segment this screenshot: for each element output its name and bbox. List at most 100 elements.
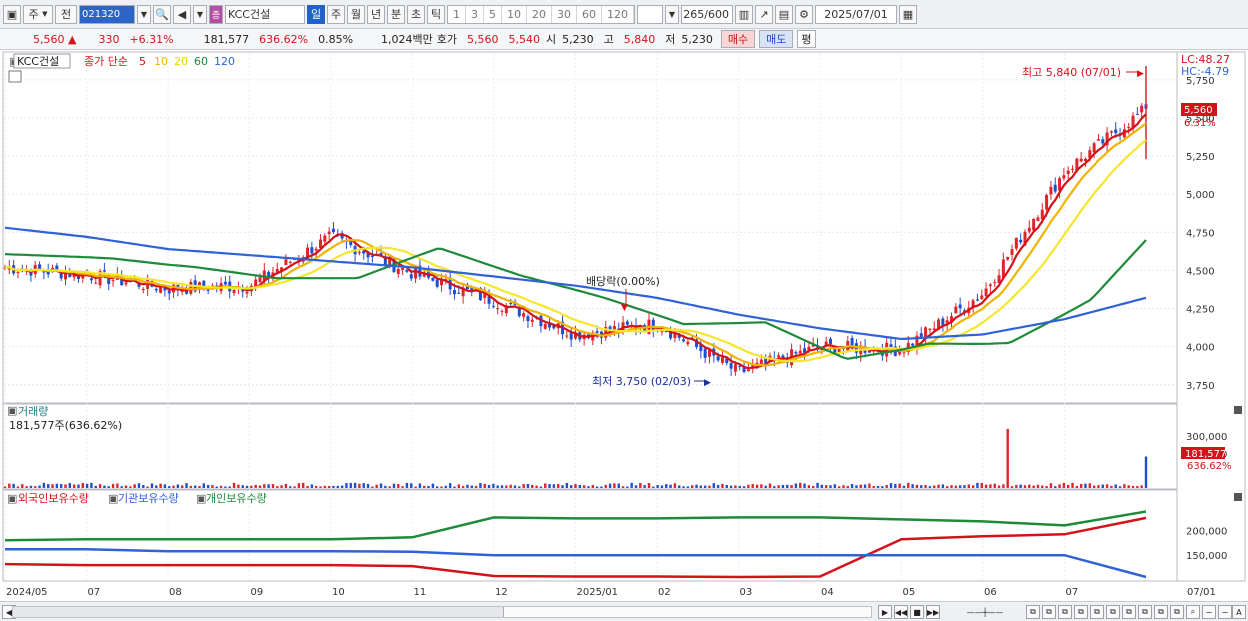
tab-month[interactable]: 월 bbox=[347, 4, 365, 24]
speaker-icon[interactable]: ◀ bbox=[173, 4, 191, 24]
interval-20[interactable]: 20 bbox=[527, 5, 552, 23]
volume-bar bbox=[967, 484, 970, 488]
candle-body bbox=[16, 272, 20, 274]
candle-body bbox=[850, 338, 854, 346]
volume-bar bbox=[1088, 483, 1092, 488]
stock-chart[interactable]: 5,7505,5005,2505,0004,7504,5004,2504,000… bbox=[0, 50, 1248, 601]
tab-day[interactable]: 일 bbox=[307, 4, 325, 24]
layout-2-icon[interactable]: ⧉ bbox=[1042, 605, 1056, 619]
volume-bar bbox=[850, 484, 854, 488]
interval-10[interactable]: 10 bbox=[502, 5, 527, 23]
x-tick-label: 09 bbox=[251, 587, 264, 598]
volume-bar bbox=[751, 484, 754, 488]
candle-body bbox=[102, 270, 106, 272]
volume-bar bbox=[976, 482, 979, 488]
speaker-dropdown-icon[interactable]: ▼ bbox=[193, 4, 207, 24]
holdings-y-tick: 200,000 bbox=[1186, 526, 1227, 537]
volume-bar bbox=[414, 486, 417, 488]
interval-dropdown-icon[interactable]: ▼ bbox=[665, 4, 679, 24]
interval-1[interactable]: 1 bbox=[448, 5, 466, 23]
volume-bar bbox=[423, 485, 426, 488]
last-page-icon[interactable]: ▶▶ bbox=[926, 605, 940, 619]
tab-second[interactable]: 초 bbox=[407, 4, 425, 24]
buy-button[interactable]: 매수 bbox=[720, 30, 756, 48]
volume-bar bbox=[760, 484, 763, 488]
shrink-icon[interactable]: − bbox=[1218, 605, 1232, 619]
volume-bar bbox=[224, 486, 227, 488]
candle-body bbox=[1101, 139, 1105, 144]
period-select[interactable]: 주 ▼ bbox=[23, 4, 53, 24]
interval-120[interactable]: 120 bbox=[602, 5, 634, 23]
layout-9-icon[interactable]: ⧉ bbox=[1154, 605, 1168, 619]
volume-bar bbox=[94, 485, 97, 488]
table-toggle-icon[interactable] bbox=[8, 70, 22, 83]
font-size-icon[interactable]: A bbox=[1232, 605, 1246, 619]
tab-tick[interactable]: 틱 bbox=[427, 4, 445, 24]
volume-bar bbox=[388, 486, 391, 488]
save-icon[interactable]: ▤ bbox=[775, 4, 793, 24]
gear-icon[interactable]: ⚙ bbox=[795, 4, 813, 24]
sell-button[interactable]: 매도 bbox=[759, 30, 794, 48]
layout-3-icon[interactable]: ⧉ bbox=[1058, 605, 1072, 619]
holdings-panel-close-icon[interactable] bbox=[1234, 493, 1242, 501]
interval-5[interactable]: 5 bbox=[484, 5, 502, 23]
layout-4-icon[interactable]: ⧉ bbox=[1074, 605, 1088, 619]
candle-body bbox=[1036, 217, 1040, 221]
zoom-slider[interactable]: ——┼—— bbox=[950, 605, 1020, 619]
scroll-thumb[interactable] bbox=[503, 607, 871, 617]
evaluate-button[interactable]: 평 bbox=[797, 30, 816, 48]
tab-minute[interactable]: 분 bbox=[387, 4, 405, 24]
volume-bar bbox=[289, 486, 292, 488]
interval-3[interactable]: 3 bbox=[466, 5, 484, 23]
date-field[interactable]: 2025/07/01 bbox=[815, 4, 897, 24]
volume-bar bbox=[379, 483, 383, 488]
horizontal-scrollbar[interactable] bbox=[12, 606, 872, 618]
volume-bar bbox=[591, 484, 594, 488]
zoom-in-icon[interactable]: ⌕ bbox=[1186, 605, 1200, 619]
volume-bar bbox=[107, 486, 110, 488]
volume-bar bbox=[1067, 484, 1070, 488]
layout-10-icon[interactable]: ⧉ bbox=[1170, 605, 1184, 619]
layout-7-icon[interactable]: ⧉ bbox=[1122, 605, 1136, 619]
code-dropdown-icon[interactable]: ▼ bbox=[137, 4, 151, 24]
window-menu-icon[interactable]: ▣ bbox=[3, 4, 21, 24]
volume-bar bbox=[548, 483, 551, 488]
volume-bar bbox=[863, 484, 867, 488]
candle-body bbox=[1027, 227, 1031, 232]
interval-60[interactable]: 60 bbox=[577, 5, 602, 23]
volume-panel-close-icon[interactable] bbox=[1234, 406, 1242, 414]
tab-year[interactable]: 년 bbox=[367, 4, 385, 24]
bar-count-field[interactable]: 265/600 bbox=[681, 4, 733, 24]
scroll-right-icon[interactable]: ▶ bbox=[878, 605, 892, 619]
interval-custom-input[interactable] bbox=[637, 4, 663, 24]
candle-body bbox=[777, 355, 781, 358]
interval-30[interactable]: 30 bbox=[552, 5, 577, 23]
candle-icon[interactable]: ▥ bbox=[735, 4, 753, 24]
volume-bar bbox=[695, 484, 698, 488]
chart-area[interactable]: 5,750 5,500 5,250 5,000 4,750 4,500 4,250 4,000… bbox=[0, 50, 1248, 601]
volume-bar bbox=[630, 482, 633, 488]
volume-bar bbox=[799, 482, 802, 488]
candle-body bbox=[543, 323, 547, 329]
layout-6-icon[interactable]: ⧉ bbox=[1106, 605, 1120, 619]
stock-name-field[interactable]: KCC건설 bbox=[225, 4, 305, 24]
prev-button[interactable]: 전 bbox=[55, 4, 77, 24]
stop-icon[interactable]: ■ bbox=[910, 605, 924, 619]
layout-8-icon[interactable]: ⧉ bbox=[1138, 605, 1152, 619]
zoom-out-icon[interactable]: − bbox=[1202, 605, 1216, 619]
volume-bar bbox=[747, 484, 750, 488]
stock-code-input[interactable]: 021320 bbox=[79, 4, 135, 24]
first-page-icon[interactable]: ◀◀ bbox=[894, 605, 908, 619]
trend-icon[interactable]: ↗ bbox=[755, 4, 773, 24]
calendar-icon[interactable]: ▦ bbox=[899, 4, 917, 24]
volume-bar bbox=[997, 485, 1001, 488]
volume-bar bbox=[613, 483, 616, 488]
tab-week[interactable]: 주 bbox=[327, 4, 345, 24]
price-y-tick: 5,250 bbox=[1186, 152, 1215, 163]
volume-bar bbox=[1131, 486, 1135, 488]
volume-bar bbox=[418, 483, 422, 488]
layout-1-icon[interactable]: ⧉ bbox=[1026, 605, 1040, 619]
layout-5-icon[interactable]: ⧉ bbox=[1090, 605, 1104, 619]
candle-body bbox=[733, 364, 737, 372]
search-icon[interactable]: 🔍 bbox=[153, 4, 171, 24]
